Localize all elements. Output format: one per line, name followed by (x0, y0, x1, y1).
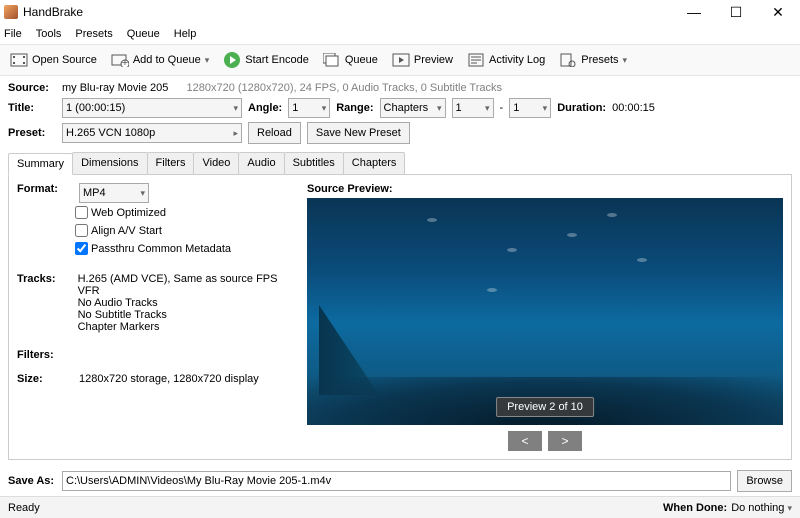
tracks-sub: No Subtitle Tracks (78, 309, 297, 321)
tracks-label: Tracks: (17, 273, 74, 285)
save-new-preset-button[interactable]: Save New Preset (307, 122, 410, 144)
film-icon (10, 52, 28, 68)
start-encode-button[interactable]: Start Encode (219, 46, 313, 74)
open-source-button[interactable]: Open Source (6, 46, 101, 74)
reload-button[interactable]: Reload (248, 122, 301, 144)
menubar: File Tools Presets Queue Help (0, 24, 800, 44)
chevron-down-icon: ▾ (623, 55, 628, 66)
angle-label: Angle: (248, 102, 282, 114)
maximize-button[interactable]: ☐ (718, 1, 754, 23)
tab-video[interactable]: Video (193, 152, 239, 174)
angle-dropdown[interactable]: 1▾ (288, 98, 330, 118)
queue-add-icon: + (111, 52, 129, 68)
preview-indicator: Preview 2 of 10 (496, 397, 594, 417)
svg-text:+: + (122, 57, 128, 67)
filters-label: Filters: (17, 349, 75, 361)
save-as-label: Save As: (8, 475, 56, 487)
play-icon (223, 52, 241, 68)
status-text: Ready (8, 502, 40, 514)
format-label: Format: (17, 183, 75, 195)
range-from-dropdown[interactable]: 1▾ (452, 98, 494, 118)
source-name: my Blu-ray Movie 205 (62, 82, 168, 94)
source-label: Source: (8, 82, 56, 94)
queue-icon (323, 52, 341, 68)
tab-audio[interactable]: Audio (238, 152, 284, 174)
menu-tools[interactable]: Tools (36, 28, 62, 40)
duration-value: 00:00:15 (612, 102, 655, 114)
window-title: HandBrake (23, 5, 676, 19)
source-preview-label: Source Preview: (307, 183, 783, 195)
when-done-dropdown[interactable]: Do nothing ▾ (731, 502, 792, 514)
tab-dimensions[interactable]: Dimensions (72, 152, 147, 174)
tab-filters[interactable]: Filters (147, 152, 195, 174)
preset-label: Preset: (8, 127, 56, 139)
toolbar: Open Source + Add to Queue ▾ Start Encod… (0, 44, 800, 76)
source-preview: Preview 2 of 10 (307, 198, 783, 425)
title-dropdown[interactable]: 1 (00:00:15)▾ (62, 98, 242, 118)
titlebar: HandBrake — ☐ ✕ (0, 0, 800, 24)
source-details: 1280x720 (1280x720), 24 FPS, 0 Audio Tra… (187, 82, 503, 94)
preview-icon (392, 52, 410, 68)
tracks-audio: No Audio Tracks (78, 297, 297, 309)
when-done-label: When Done: (663, 502, 727, 514)
tracks-chapters: Chapter Markers (78, 321, 297, 333)
size-label: Size: (17, 373, 75, 385)
log-icon (467, 52, 485, 68)
tracks-video: H.265 (AMD VCE), Same as source FPS VFR (78, 273, 297, 297)
preset-dropdown[interactable]: H.265 VCN 1080p▸ (62, 123, 242, 143)
passthru-checkbox[interactable]: Passthru Common Metadata (75, 242, 297, 255)
queue-button[interactable]: Queue (319, 46, 382, 74)
presets-button[interactable]: Presets ▾ (555, 46, 631, 74)
tabs: Summary Dimensions Filters Video Audio S… (8, 152, 792, 175)
range-mode-dropdown[interactable]: Chapters▾ (380, 98, 446, 118)
chevron-down-icon: ▾ (205, 55, 210, 66)
duration-label: Duration: (557, 102, 606, 114)
menu-help[interactable]: Help (174, 28, 197, 40)
preview-button[interactable]: Preview (388, 46, 457, 74)
tab-summary[interactable]: Summary (8, 153, 73, 175)
add-to-queue-button[interactable]: + Add to Queue ▾ (107, 46, 213, 74)
app-icon (4, 5, 18, 19)
range-to-dropdown[interactable]: 1▾ (509, 98, 551, 118)
web-optimized-checkbox[interactable]: Web Optimized (75, 206, 297, 219)
title-label: Title: (8, 102, 56, 114)
range-label: Range: (336, 102, 373, 114)
save-as-input[interactable] (62, 471, 731, 491)
range-dash: - (500, 102, 504, 114)
format-dropdown[interactable]: MP4▾ (79, 183, 149, 203)
menu-file[interactable]: File (4, 28, 22, 40)
browse-button[interactable]: Browse (737, 470, 792, 492)
activity-log-button[interactable]: Activity Log (463, 46, 549, 74)
tab-subtitles[interactable]: Subtitles (284, 152, 344, 174)
preview-next-button[interactable]: > (548, 431, 582, 451)
minimize-button[interactable]: — (676, 1, 712, 23)
close-button[interactable]: ✕ (760, 1, 796, 23)
gear-icon (559, 52, 577, 68)
menu-queue[interactable]: Queue (127, 28, 160, 40)
align-av-checkbox[interactable]: Align A/V Start (75, 224, 297, 237)
tab-chapters[interactable]: Chapters (343, 152, 406, 174)
menu-presets[interactable]: Presets (75, 28, 112, 40)
size-value: 1280x720 storage, 1280x720 display (79, 373, 259, 385)
preview-prev-button[interactable]: < (508, 431, 542, 451)
